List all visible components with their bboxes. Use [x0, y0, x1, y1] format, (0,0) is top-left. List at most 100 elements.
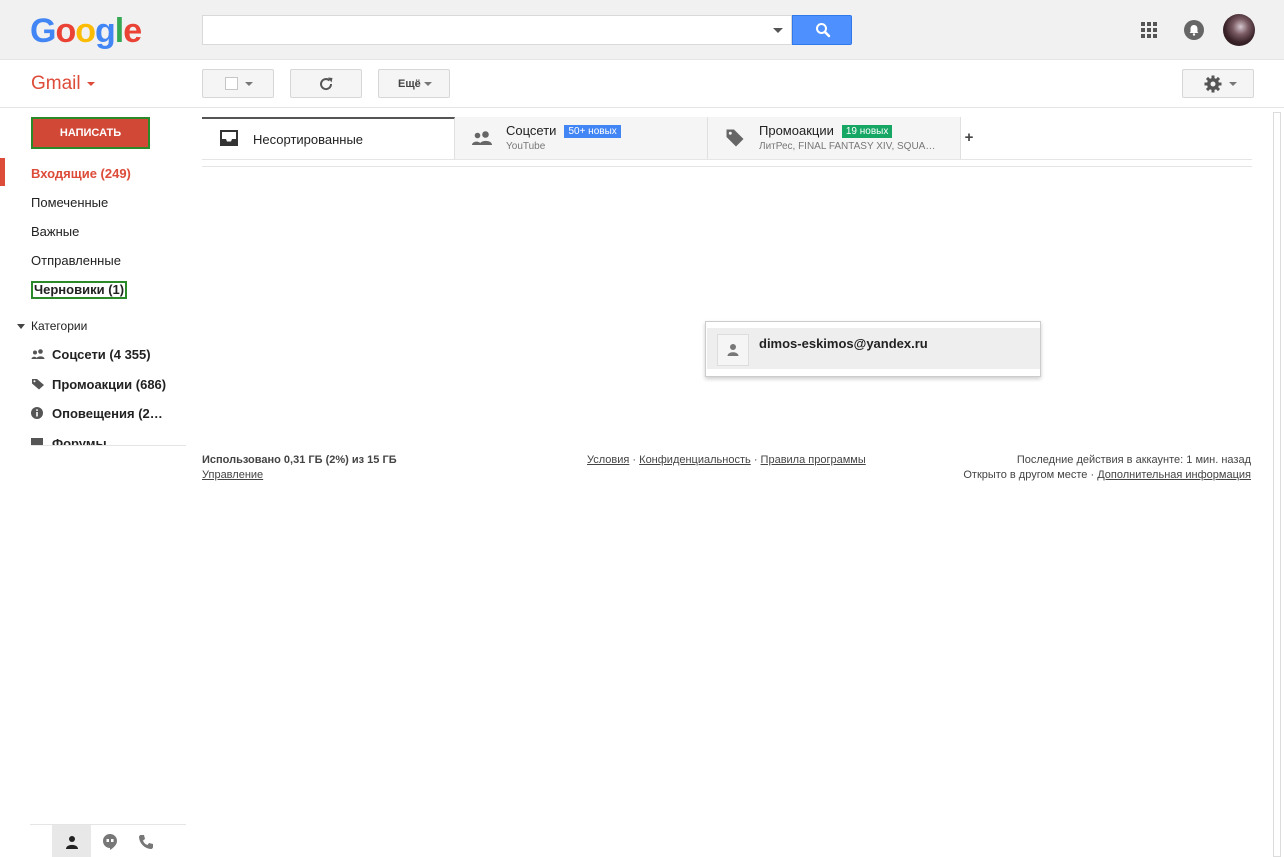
toolbar: Gmail Ещё [0, 60, 1284, 108]
logo-letter: G [30, 12, 56, 50]
inbox-tabs: Несортированные Соцсети 50+ новых YouTube… [202, 117, 1252, 160]
nav-item-sent[interactable]: Отправленные [31, 253, 121, 268]
nav-item-updates[interactable]: Оповещения (2… [31, 406, 163, 421]
nav-item-label: Форумы [52, 436, 107, 445]
session-info: Открыто в другом месте · Дополнительная … [963, 469, 1251, 481]
tag-icon [726, 129, 744, 147]
gmail-label: Gmail [31, 73, 81, 94]
logo-letter: g [95, 12, 116, 50]
nav-item-important[interactable]: Важные [31, 224, 79, 239]
storage-usage: Использовано 0,31 ГБ (2%) из 15 ГБ [202, 454, 397, 466]
logo-letter: o [55, 12, 76, 50]
select-button[interactable] [202, 69, 274, 98]
refresh-button[interactable] [290, 69, 362, 98]
footer-separator: · [632, 454, 637, 466]
chevron-down-icon [424, 82, 432, 86]
google-logo[interactable]: Google [30, 12, 142, 51]
phone-icon [139, 835, 153, 849]
nav-item-inbox[interactable]: Входящие (249) [31, 166, 131, 181]
nav-item-label: Соцсети (4 355) [52, 347, 151, 362]
nav-item-social[interactable]: Соцсети (4 355) [31, 347, 151, 362]
people-icon [472, 131, 492, 145]
manage-storage-link[interactable]: Управление [202, 469, 263, 481]
info-icon [31, 407, 43, 419]
tab-title: Несортированные [253, 132, 364, 147]
phone-tab[interactable] [130, 825, 169, 857]
hangouts-tab[interactable] [91, 825, 130, 857]
logo-letter: o [75, 12, 96, 50]
apps-grid-icon[interactable] [1141, 22, 1157, 38]
settings-button[interactable] [1182, 69, 1254, 98]
inbox-active-marker [0, 158, 5, 186]
tab-title-text: Промоакции [759, 123, 834, 138]
more-label: Ещё [398, 78, 421, 90]
inbox-icon [220, 130, 238, 146]
program-policies-link[interactable]: Правила программы [761, 454, 866, 466]
footer-separator: · [753, 454, 758, 466]
privacy-link[interactable]: Конфиденциальность [639, 454, 751, 466]
search-input[interactable] [202, 15, 792, 45]
account-avatar[interactable] [1223, 14, 1255, 46]
manage-storage-label: Управление [202, 469, 264, 481]
nav-item-promotions[interactable]: Промоакции (686) [31, 377, 166, 392]
tab-title: Соцсети 50+ новых [506, 123, 621, 138]
refresh-icon [320, 77, 333, 91]
nav-scroll-clip: Форумы [0, 434, 200, 445]
tab-subtitle: ЛитРес, FINAL FANTASY XIV, SQUA… [759, 141, 936, 152]
tab-title: Промоакции 19 новых [759, 123, 893, 138]
account-suggestion-row[interactable]: dimos-eskimos@yandex.ru [707, 328, 1040, 369]
person-icon [727, 344, 739, 356]
person-icon [66, 836, 78, 849]
chevron-down-icon [245, 82, 253, 86]
compose-button[interactable]: НАПИСАТЬ [31, 117, 150, 149]
terms-link[interactable]: Условия [587, 454, 629, 466]
gmail-app-switcher[interactable]: Gmail [31, 73, 95, 95]
content-divider [202, 166, 1252, 167]
tab-social[interactable]: Соцсети 50+ новых YouTube [455, 117, 708, 159]
logo-letter: e [123, 12, 142, 50]
categories-toggle[interactable]: Категории [17, 319, 87, 333]
forum-icon [31, 438, 43, 445]
nav-item-drafts[interactable]: Черновики (1) [31, 281, 128, 299]
caret-down-icon [17, 324, 25, 330]
bell-glyph-icon [1189, 25, 1199, 36]
select-checkbox[interactable] [225, 77, 238, 90]
categories-label: Категории [31, 319, 88, 333]
tag-icon [32, 379, 44, 390]
more-button[interactable]: Ещё [378, 69, 450, 98]
page-scrollbar[interactable] [1270, 108, 1284, 857]
contacts-tab[interactable] [52, 825, 91, 857]
chevron-down-icon [1229, 82, 1237, 86]
open-elsewhere-text: Открыто в другом месте [963, 469, 1088, 481]
top-bar: Google [0, 0, 1284, 60]
hangouts-icon [103, 834, 117, 850]
nav-divider [31, 445, 186, 446]
nav-item-label: Оповещения (2… [52, 406, 163, 421]
search-button[interactable] [792, 15, 852, 45]
nav-item-starred[interactable]: Помеченные [31, 195, 108, 210]
tab-primary[interactable]: Несортированные [202, 117, 455, 159]
notifications-bell-icon[interactable] [1184, 20, 1204, 40]
tab-subtitle: YouTube [506, 141, 546, 152]
chevron-down-icon [86, 81, 95, 86]
nav-item-label: Промоакции (686) [52, 377, 167, 392]
default-avatar [717, 334, 749, 366]
add-tab-button[interactable]: + [960, 117, 978, 159]
tab-promotions[interactable]: Промоакции 19 новых ЛитРес, FINAL FANTASY… [708, 117, 961, 159]
people-icon [31, 349, 45, 359]
new-count-badge: 50+ новых [564, 125, 621, 138]
nav-item-forums[interactable]: Форумы [31, 436, 107, 445]
search-icon [816, 23, 831, 38]
account-email: dimos-eskimos@yandex.ru [759, 336, 928, 351]
search-options-dropdown-icon[interactable] [773, 28, 783, 33]
scrollbar-thumb[interactable] [1273, 112, 1281, 857]
account-suggestion-popup: dimos-eskimos@yandex.ru [705, 321, 1041, 377]
new-count-badge: 19 новых [841, 125, 893, 138]
chat-bar [30, 824, 186, 857]
logo-letter: l [114, 12, 125, 50]
gear-icon [1204, 75, 1222, 93]
footer-separator: · [1090, 469, 1095, 481]
footer-links: Условия · Конфиденциальность · Правила п… [587, 454, 866, 466]
tab-title-text: Соцсети [506, 123, 557, 138]
activity-details-link[interactable]: Дополнительная информация [1097, 469, 1251, 481]
